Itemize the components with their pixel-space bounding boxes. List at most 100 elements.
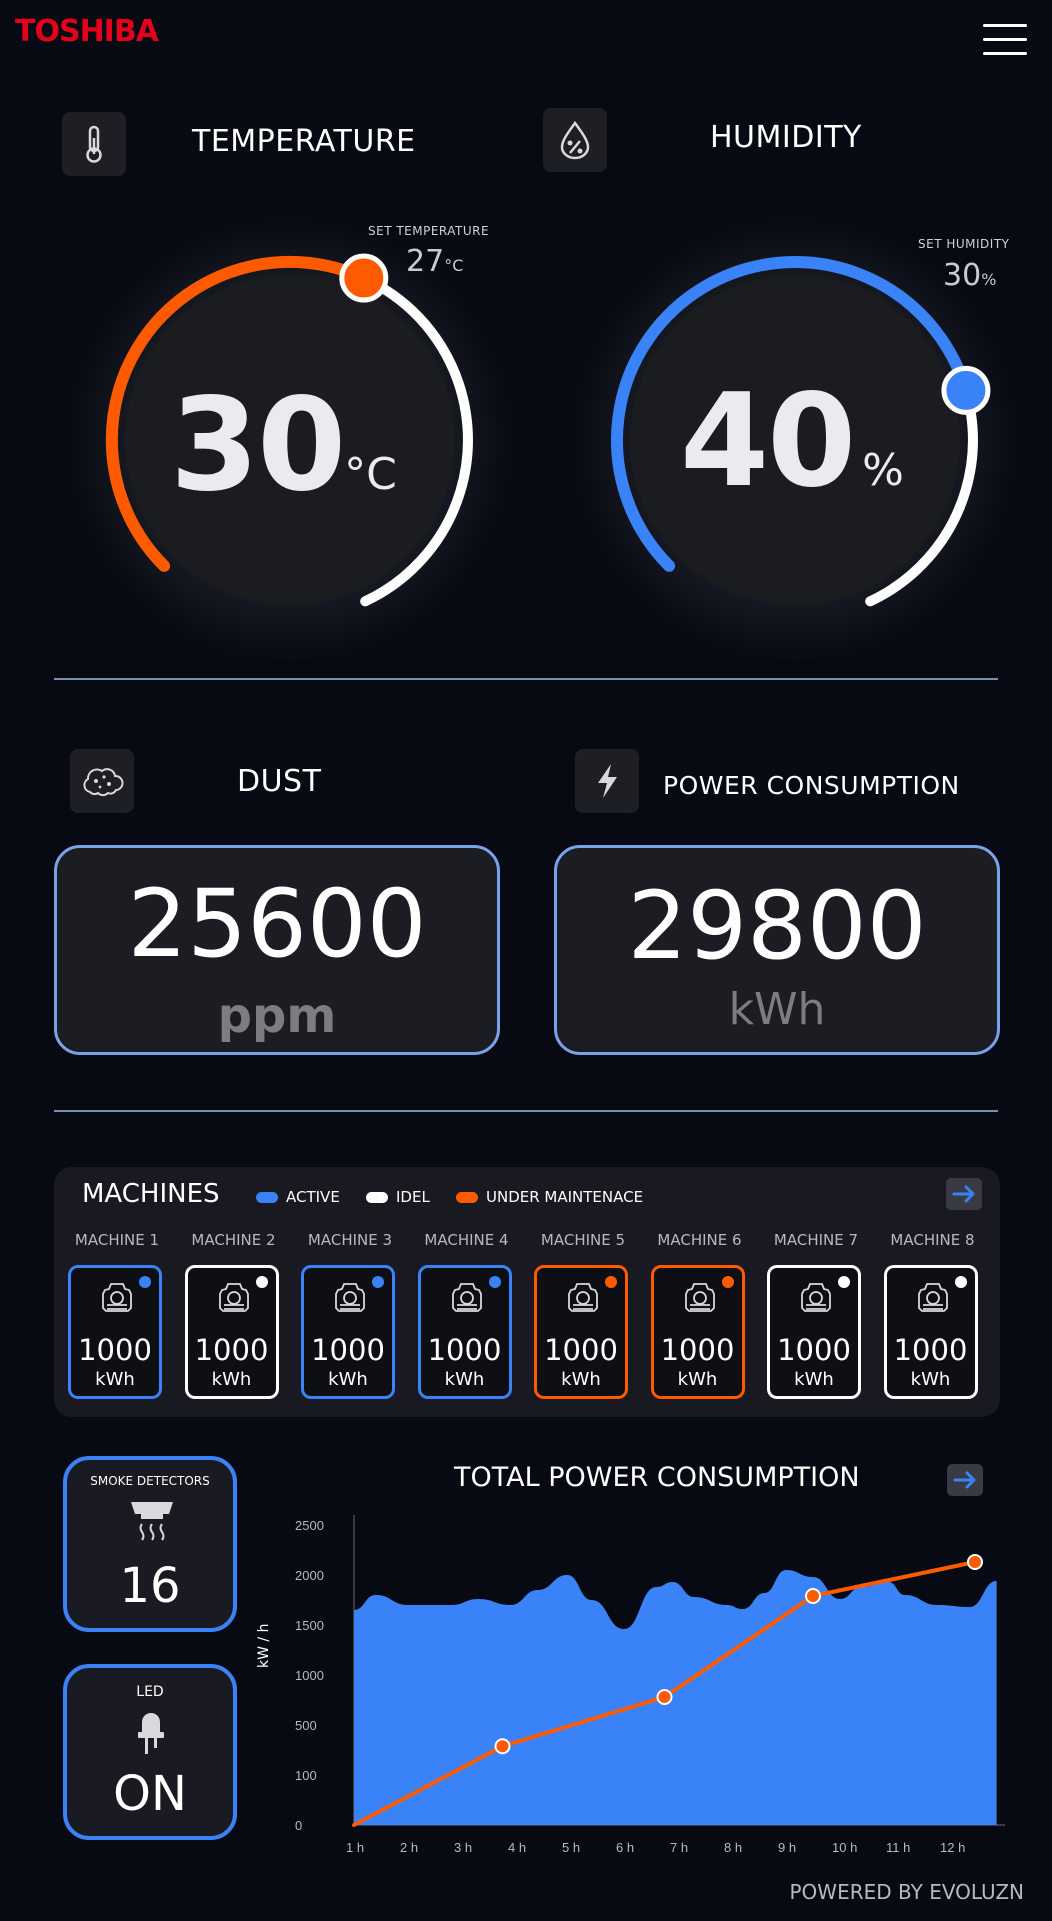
temperature-title: TEMPERATURE: [192, 124, 416, 159]
legend-active: ACTIVE: [256, 1188, 340, 1206]
led-status: ON: [113, 1766, 187, 1822]
machine-card[interactable]: 1000 kWh: [184, 1265, 279, 1399]
footer-credit: POWERED BY EVOLUZN: [789, 1880, 1024, 1904]
power-chart: 0 100 500 1000 1500 2000 2500 1 h 2 h 3 h 4 h 5 h 6 …: [295, 1515, 1005, 1855]
gauge-handle[interactable]: [941, 365, 991, 415]
hamburger-menu-icon[interactable]: [983, 22, 1027, 58]
lightning-bolt-icon: [575, 749, 639, 813]
status-dot: [139, 1276, 151, 1288]
machine-card[interactable]: 1000 kWh: [68, 1265, 162, 1399]
section-divider: [54, 1110, 998, 1112]
legend-idle: IDEL: [366, 1188, 430, 1206]
machine-unit: kWh: [95, 1369, 135, 1390]
chart-title: TOTAL POWER CONSUMPTION: [454, 1462, 860, 1493]
line-point: [805, 1588, 821, 1604]
line-point: [494, 1738, 511, 1755]
x-tick-label: 7 h: [670, 1840, 688, 1855]
status-dot: [372, 1276, 384, 1288]
legend-active-label: ACTIVE: [286, 1188, 340, 1206]
line-point: [967, 1554, 983, 1570]
machine-label: MACHINE 2: [191, 1231, 276, 1249]
led-card[interactable]: LED ON: [63, 1664, 237, 1840]
machine-value: 1000: [544, 1333, 618, 1367]
machine-engine-icon: [216, 1282, 252, 1322]
x-tick-label: 8 h: [724, 1840, 742, 1855]
humidity-value: 40: [680, 367, 856, 516]
machine-engine-icon: [449, 1282, 485, 1322]
power-title: POWER CONSUMPTION: [663, 771, 960, 800]
temperature-unit: °C: [344, 449, 397, 500]
legend-maintenance-label: UNDER MAINTENACE: [486, 1188, 644, 1206]
arrow-right-icon: [953, 1471, 976, 1489]
humidity-unit: %: [862, 445, 904, 496]
led-title: LED: [136, 1684, 164, 1700]
area-series: [354, 1570, 997, 1825]
smoke-detectors-card[interactable]: SMOKE DETECTORS 16: [63, 1456, 237, 1632]
x-tick-label: 2 h: [400, 1840, 418, 1855]
machine-label: MACHINE 4: [424, 1231, 509, 1249]
machine-unit: kWh: [211, 1369, 252, 1390]
section-divider: [54, 678, 998, 680]
y-tick-label: 1500: [295, 1618, 324, 1633]
machine-label: MACHINE 8: [890, 1231, 975, 1249]
machine-value: 1000: [78, 1333, 152, 1367]
machines-panel: MACHINES ACTIVE IDEL UNDER MAINTENACE MA…: [54, 1167, 1000, 1417]
machine-value: 1000: [311, 1333, 385, 1367]
machine-card[interactable]: 1000 kWh: [767, 1265, 861, 1399]
machine-card[interactable]: 1000 kWh: [534, 1265, 628, 1399]
machine-value: 1000: [427, 1333, 502, 1367]
temperature-value: 30: [170, 371, 346, 520]
line-point: [656, 1689, 673, 1705]
x-tick-label: 3 h: [454, 1840, 472, 1855]
y-tick-label: 2500: [295, 1518, 324, 1533]
machines-next-button[interactable]: [946, 1178, 982, 1210]
machine-engine-icon: [915, 1282, 951, 1322]
machine-unit: kWh: [910, 1369, 951, 1390]
legend-active-swatch: [256, 1191, 278, 1203]
machine-card[interactable]: 1000 kWh: [417, 1265, 512, 1399]
machine-engine-icon: [332, 1282, 368, 1322]
machine-engine-icon: [798, 1282, 834, 1322]
machines-title: MACHINES: [82, 1179, 220, 1209]
x-tick-label: 11 h: [886, 1840, 910, 1855]
dust-unit: ppm: [217, 988, 337, 1044]
water-drop-percent-icon: [543, 108, 607, 172]
machine-card[interactable]: 1000 kWh: [883, 1265, 978, 1399]
status-dot: [255, 1276, 268, 1288]
status-dot: [954, 1276, 967, 1288]
y-axis-label: kW / h: [256, 1623, 272, 1668]
x-tick-label: 5 h: [562, 1840, 580, 1855]
dust-card: 25600 ppm: [54, 845, 500, 1055]
gauge-handle[interactable]: [339, 253, 389, 303]
humidity-reading: 40%: [680, 378, 904, 506]
machine-label: MACHINE 5: [540, 1231, 626, 1249]
y-tick-label: 1000: [295, 1668, 324, 1683]
machine-card[interactable]: 1000 kWh: [650, 1265, 745, 1399]
machine-unit: kWh: [328, 1369, 368, 1390]
chart-next-button[interactable]: [947, 1464, 983, 1496]
y-tick-label: 2000: [295, 1568, 324, 1583]
machine-card[interactable]: 1000 kWh: [301, 1265, 395, 1399]
legend-maintenance: UNDER MAINTENACE: [456, 1188, 643, 1206]
x-tick-label: 6 h: [616, 1840, 634, 1855]
x-tick-label: 1 h: [346, 1840, 364, 1855]
machine-value: 1000: [893, 1333, 968, 1367]
machine-unit: kWh: [561, 1369, 601, 1390]
y-tick-label: 0: [295, 1818, 302, 1833]
arrow-right-icon: [952, 1185, 975, 1203]
x-tick-label: 12 h: [940, 1840, 965, 1855]
status-dot: [605, 1276, 617, 1288]
legend-maintenance-swatch: [456, 1191, 478, 1203]
status-dot: [488, 1276, 501, 1288]
machine-unit: kWh: [444, 1369, 485, 1390]
led-bulb-icon: [134, 1710, 168, 1762]
x-tick-label: 10 h: [832, 1840, 857, 1855]
thermometer-icon: [62, 112, 126, 176]
machine-label: MACHINE 6: [657, 1231, 742, 1249]
smoke-detector-icon: [129, 1498, 175, 1548]
machine-label: MACHINE 7: [773, 1231, 859, 1249]
smoke-detectors-count: 16: [119, 1558, 181, 1614]
legend-idle-swatch: [366, 1191, 388, 1203]
smoke-detectors-title: SMOKE DETECTORS: [90, 1474, 210, 1488]
x-tick-label: 9 h: [778, 1840, 796, 1855]
